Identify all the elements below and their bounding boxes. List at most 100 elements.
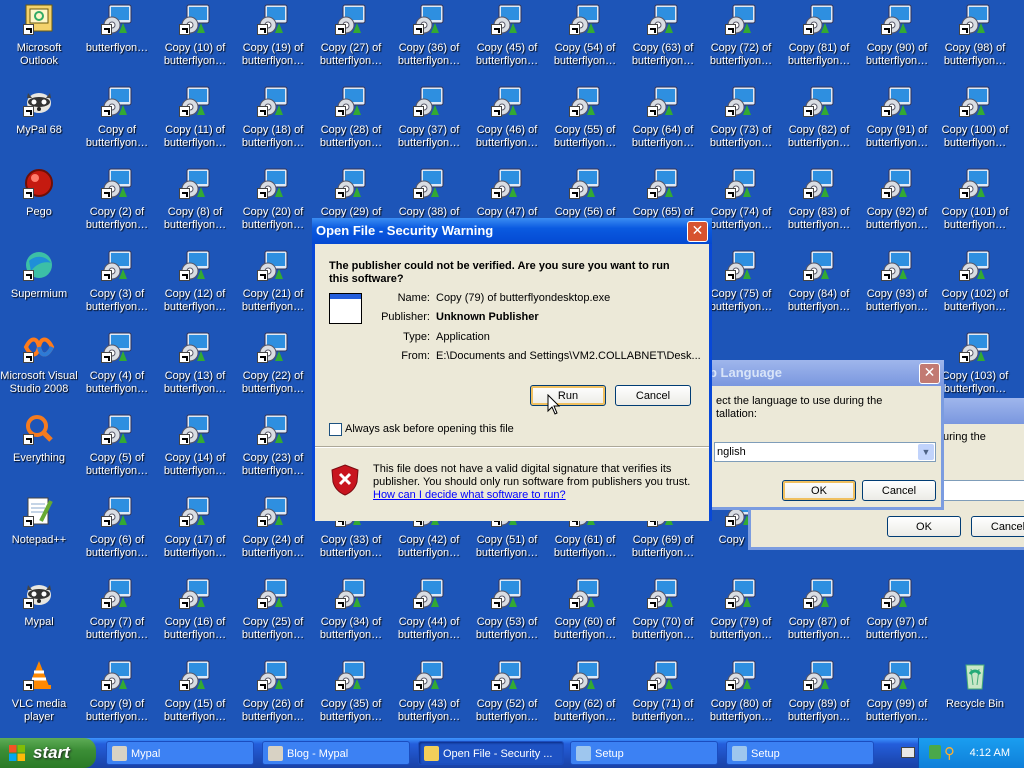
taskbar-button[interactable]: Mypal xyxy=(106,741,254,765)
desktop-file-icon[interactable]: Copy (28) of butterflyon… xyxy=(312,85,390,165)
desktop-file-icon[interactable]: Copy (21) of butterflyon… xyxy=(234,249,312,329)
desktop-file-icon[interactable]: butterflyon… xyxy=(78,3,156,83)
desktop-shortcut-outlook[interactable]: Microsoft Outlook xyxy=(0,3,78,83)
desktop-file-icon[interactable]: Copy (36) of butterflyon… xyxy=(390,3,468,83)
desktop-file-icon[interactable]: Copy (16) of butterflyon… xyxy=(156,577,234,657)
desktop-file-icon[interactable]: Copy (2) of butterflyon… xyxy=(78,167,156,247)
desktop-file-icon[interactable]: Copy (5) of butterflyon… xyxy=(78,413,156,493)
setup-back-ok-button[interactable]: OK xyxy=(887,516,961,537)
desktop-file-icon[interactable]: Copy (37) of butterflyon… xyxy=(390,85,468,165)
desktop-shortcut-vlc-cone[interactable]: VLC media player xyxy=(0,659,78,738)
desktop-file-icon[interactable]: Copy (87) of butterflyon… xyxy=(780,577,858,657)
desktop-file-icon[interactable]: Copy (43) of butterflyon… xyxy=(390,659,468,738)
desktop-file-icon[interactable]: Copy (60) of butterflyon… xyxy=(546,577,624,657)
close-icon[interactable]: ✕ xyxy=(919,363,940,384)
desktop-file-icon[interactable]: Copy (71) of butterflyon… xyxy=(624,659,702,738)
setup-language-cancel-button[interactable]: Cancel xyxy=(862,480,936,501)
desktop-file-icon[interactable]: Copy (8) of butterflyon… xyxy=(156,167,234,247)
desktop-file-icon[interactable]: Copy (35) of butterflyon… xyxy=(312,659,390,738)
desktop-file-icon[interactable]: Copy (98) of butterflyon… xyxy=(936,3,1014,83)
desktop-file-icon[interactable]: Copy (11) of butterflyon… xyxy=(156,85,234,165)
setup-language-title-bar[interactable]: p Language ✕ xyxy=(697,360,944,386)
desktop-shortcut-raccoon[interactable]: Mypal xyxy=(0,577,78,657)
desktop-file-icon[interactable]: Copy (100) of butterflyon… xyxy=(936,85,1014,165)
chevron-down-icon[interactable]: ▼ xyxy=(918,444,934,460)
desktop-file-icon[interactable]: Copy (97) of butterflyon… xyxy=(858,577,936,657)
search-icon[interactable]: ⚲ xyxy=(944,744,955,762)
desktop-file-icon[interactable]: Copy (90) of butterflyon… xyxy=(858,3,936,83)
desktop-file-icon[interactable]: Copy (72) of butterflyon… xyxy=(702,3,780,83)
setup-back-dropdown[interactable] xyxy=(943,480,1024,501)
desktop-shortcut-notepad-plus[interactable]: Notepad++ xyxy=(0,495,78,575)
desktop-file-icon[interactable]: Copy (26) of butterflyon… xyxy=(234,659,312,738)
desktop-file-icon[interactable]: Copy (17) of butterflyon… xyxy=(156,495,234,575)
desktop-shortcut-red-ball[interactable]: Pego xyxy=(0,167,78,247)
taskbar-button[interactable]: Open File - Security ... xyxy=(418,741,564,765)
run-button[interactable]: Run xyxy=(530,385,606,406)
desktop-shortcut-recycle-bin[interactable]: Recycle Bin xyxy=(936,659,1014,738)
setup-back-cancel-button[interactable]: Cancel xyxy=(971,516,1024,537)
always-ask-checkbox[interactable] xyxy=(329,423,342,436)
desktop-file-icon[interactable]: Copy (92) of butterflyon… xyxy=(858,167,936,247)
desktop-file-icon[interactable]: Copy (7) of butterflyon… xyxy=(78,577,156,657)
desktop-file-icon[interactable]: Copy (18) of butterflyon… xyxy=(234,85,312,165)
setup-language-ok-button[interactable]: OK xyxy=(782,480,856,501)
desktop-file-icon[interactable]: Copy (101) of butterflyon… xyxy=(936,167,1014,247)
desktop-file-icon[interactable]: Copy (12) of butterflyon… xyxy=(156,249,234,329)
desktop-file-icon[interactable]: Copy (4) of butterflyon… xyxy=(78,331,156,411)
desktop-file-icon[interactable]: Copy (34) of butterflyon… xyxy=(312,577,390,657)
desktop-file-icon[interactable]: Copy (54) of butterflyon… xyxy=(546,3,624,83)
desktop-file-icon[interactable]: Copy (15) of butterflyon… xyxy=(156,659,234,738)
desktop-file-icon[interactable]: Copy (23) of butterflyon… xyxy=(234,413,312,493)
desktop-file-icon[interactable]: Copy (52) of butterflyon… xyxy=(468,659,546,738)
taskbar-button[interactable]: Blog - Mypal xyxy=(262,741,410,765)
desktop-shortcut-visual-studio[interactable]: Microsoft Visual Studio 2008 xyxy=(0,331,78,411)
desktop-file-icon[interactable]: Copy (24) of butterflyon… xyxy=(234,495,312,575)
desktop-file-icon[interactable]: Copy (93) of butterflyon… xyxy=(858,249,936,329)
desktop-file-icon[interactable]: Copy (45) of butterflyon… xyxy=(468,3,546,83)
desktop-file-icon[interactable]: Copy (27) of butterflyon… xyxy=(312,3,390,83)
close-icon[interactable]: ✕ xyxy=(687,221,708,242)
desktop-file-icon[interactable]: Copy (74) of butterflyon… xyxy=(702,167,780,247)
taskbar-button[interactable]: Setup xyxy=(570,741,718,765)
desktop-file-icon[interactable]: Copy of butterflyon… xyxy=(78,85,156,165)
desktop-file-icon[interactable]: Copy (53) of butterflyon… xyxy=(468,577,546,657)
desktop-file-icon[interactable]: Copy (22) of butterflyon… xyxy=(234,331,312,411)
desktop-file-icon[interactable]: Copy (14) of butterflyon… xyxy=(156,413,234,493)
desktop-file-icon[interactable]: Copy (91) of butterflyon… xyxy=(858,85,936,165)
desktop-file-icon[interactable]: Copy (82) of butterflyon… xyxy=(780,85,858,165)
desktop-file-icon[interactable]: Copy (46) of butterflyon… xyxy=(468,85,546,165)
language-dropdown[interactable]: nglish ▼ xyxy=(714,442,936,462)
taskbar-button[interactable]: Setup xyxy=(726,741,874,765)
desktop-file-icon[interactable]: Copy (75) of butterflyon… xyxy=(702,249,780,329)
security-warning-dialog[interactable]: Open File - Security Warning ✕ The publi… xyxy=(312,218,712,521)
desktop-file-icon[interactable]: Copy (19) of butterflyon… xyxy=(234,3,312,83)
desktop-shortcut-raccoon[interactable]: MyPal 68 xyxy=(0,85,78,165)
desktop-file-icon[interactable]: Copy (6) of butterflyon… xyxy=(78,495,156,575)
desktop-file-icon[interactable]: Copy (25) of butterflyon… xyxy=(234,577,312,657)
desktop-file-icon[interactable]: Copy (84) of butterflyon… xyxy=(780,249,858,329)
desktop-file-icon[interactable]: Copy (83) of butterflyon… xyxy=(780,167,858,247)
desktop-file-icon[interactable]: Copy (80) of butterflyon… xyxy=(702,659,780,738)
desktop-file-icon[interactable]: Copy (13) of butterflyon… xyxy=(156,331,234,411)
setup-language-window[interactable]: p Language ✕ ect the language to use dur… xyxy=(697,360,944,510)
network-icon[interactable] xyxy=(929,745,941,759)
desktop-file-icon[interactable]: Copy (79) of butterflyon… xyxy=(702,577,780,657)
desktop-file-icon[interactable]: Copy (9) of butterflyon… xyxy=(78,659,156,738)
desktop-shortcut-everything[interactable]: Everything xyxy=(0,413,78,493)
desktop-file-icon[interactable]: Copy (44) of butterflyon… xyxy=(390,577,468,657)
desktop-file-icon[interactable]: Copy (70) of butterflyon… xyxy=(624,577,702,657)
desktop-file-icon[interactable]: Copy (55) of butterflyon… xyxy=(546,85,624,165)
desktop-shortcut-supermium[interactable]: Supermium xyxy=(0,249,78,329)
desktop-file-icon[interactable]: Copy (89) of butterflyon… xyxy=(780,659,858,738)
desktop-file-icon[interactable]: Copy (99) of butterflyon… xyxy=(858,659,936,738)
security-warning-title-bar[interactable]: Open File - Security Warning ✕ xyxy=(312,218,712,244)
desktop-file-icon[interactable]: Copy (102) of butterflyon… xyxy=(936,249,1014,329)
help-link[interactable]: How can I decide what software to run? xyxy=(373,489,566,501)
desktop-file-icon[interactable]: Copy (10) of butterflyon… xyxy=(156,3,234,83)
desktop-file-icon[interactable]: Copy (63) of butterflyon… xyxy=(624,3,702,83)
desktop-file-icon[interactable]: Copy (62) of butterflyon… xyxy=(546,659,624,738)
cancel-button[interactable]: Cancel xyxy=(615,385,691,406)
desktop-file-icon[interactable]: Copy (3) of butterflyon… xyxy=(78,249,156,329)
desktop-file-icon[interactable]: Copy (64) of butterflyon… xyxy=(624,85,702,165)
